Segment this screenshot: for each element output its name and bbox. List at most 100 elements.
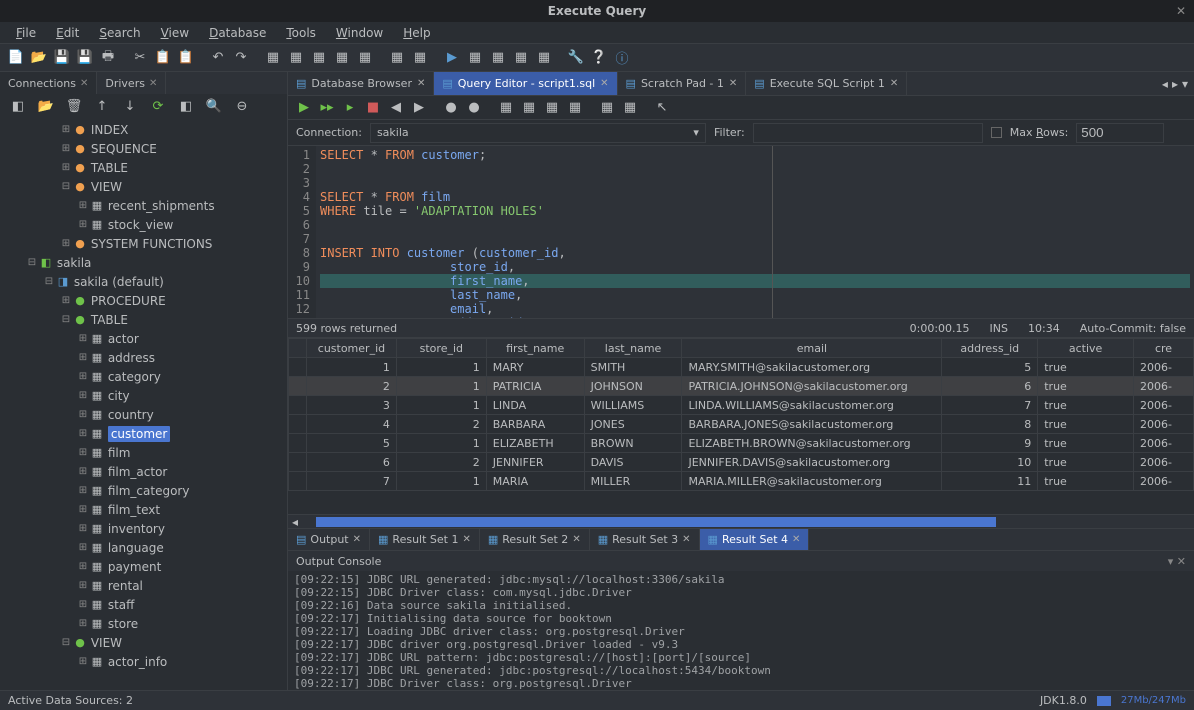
tree-node[interactable]: ⊞▦ inventory <box>0 519 287 538</box>
close-icon[interactable]: ✕ <box>417 78 425 89</box>
connection-select[interactable]: sakila ▾ <box>370 123 706 143</box>
down-icon[interactable]: ↓ <box>120 96 140 116</box>
prev-icon[interactable]: ◀ <box>386 98 406 118</box>
tree-node[interactable]: ⊞▦ actor <box>0 329 287 348</box>
result-tab[interactable]: ▦Result Set 3✕ <box>590 529 700 550</box>
toggle-icon[interactable]: ▦ <box>620 98 640 118</box>
console-output[interactable]: [09:22:15] JDBC URL generated: jdbc:mysq… <box>288 571 1194 690</box>
expand-icon[interactable]: ⊞ <box>76 561 90 572</box>
tree-node[interactable]: ⊞● PROCEDURE <box>0 291 287 310</box>
stop-icon[interactable]: ■ <box>363 98 383 118</box>
copy-icon[interactable]: 📋 <box>153 48 173 68</box>
tree-node[interactable]: ⊞● SYSTEM FUNCTIONS <box>0 234 287 253</box>
tree-node[interactable]: ⊞▦ staff <box>0 595 287 614</box>
result-tab[interactable]: ▦Result Set 1✕ <box>370 529 480 550</box>
maxrows-input[interactable] <box>1076 123 1164 143</box>
column-header[interactable]: customer_id <box>306 339 396 358</box>
expand-icon[interactable]: ⊞ <box>76 599 90 610</box>
shortcut-icon[interactable]: ▦ <box>542 98 562 118</box>
close-icon[interactable]: ✕ <box>149 78 157 89</box>
tree-node[interactable]: ⊞▦ film <box>0 443 287 462</box>
tree-node[interactable]: ⊞▦ language <box>0 538 287 557</box>
expand-icon[interactable]: ⊞ <box>76 200 90 211</box>
table-row[interactable]: 71MARIAMILLERMARIA.MILLER@sakilacustomer… <box>289 472 1194 491</box>
expand-icon[interactable]: ⊞ <box>76 371 90 382</box>
expand-icon[interactable]: ⊟ <box>59 637 73 648</box>
scratch-icon[interactable]: ▦ <box>355 48 375 68</box>
table-row[interactable]: 11MARYSMITHMARY.SMITH@sakilacustomer.org… <box>289 358 1194 377</box>
compare-icon[interactable]: ▦ <box>332 48 352 68</box>
expand-icon[interactable]: ⊞ <box>76 409 90 420</box>
editor-tab[interactable]: ▤Scratch Pad - 1✕ <box>618 72 747 95</box>
tree-node[interactable]: ⊞▦ film_category <box>0 481 287 500</box>
history-icon[interactable]: ▦ <box>496 98 516 118</box>
next-tab-icon[interactable]: ▸ <box>1172 77 1178 91</box>
run-block-icon[interactable]: ▸▸ <box>317 98 337 118</box>
editor-tab[interactable]: ▤Execute SQL Script 1✕ <box>746 72 907 95</box>
close-icon[interactable]: ✕ <box>729 78 737 89</box>
refresh-icon[interactable]: ⟳ <box>148 96 168 116</box>
import-icon[interactable]: ▦ <box>465 48 485 68</box>
saveas-icon[interactable]: 💾 <box>75 48 95 68</box>
expand-icon[interactable]: ⊞ <box>76 656 90 667</box>
expand-icon[interactable]: ⊞ <box>76 447 90 458</box>
run-sel-icon[interactable]: ▸ <box>340 98 360 118</box>
prev-tab-icon[interactable]: ◂ <box>1162 77 1168 91</box>
paste-icon[interactable]: 📋 <box>176 48 196 68</box>
column-header[interactable]: last_name <box>584 339 682 358</box>
expand-icon[interactable]: ⊞ <box>76 523 90 534</box>
tree-node[interactable]: ⊞▦ country <box>0 405 287 424</box>
script-icon[interactable]: ▦ <box>511 48 531 68</box>
expand-icon[interactable]: ⊞ <box>76 580 90 591</box>
result-tab[interactable]: ▤Output✕ <box>288 529 370 550</box>
expand-icon[interactable]: ⊞ <box>76 542 90 553</box>
disconnect-icon[interactable]: ▦ <box>534 48 554 68</box>
column-header[interactable]: first_name <box>486 339 584 358</box>
tree-node[interactable]: ⊞● TABLE <box>0 158 287 177</box>
tree-node[interactable]: ⊞▦ actor_info <box>0 652 287 671</box>
tree-node[interactable]: ⊞● SEQUENCE <box>0 139 287 158</box>
expand-icon[interactable]: ⊞ <box>59 124 73 135</box>
table-row[interactable]: 62JENNIFERDAVISJENNIFER.DAVIS@sakilacust… <box>289 453 1194 472</box>
close-icon[interactable]: ✕ <box>600 78 608 89</box>
tree-node[interactable]: ⊞▦ city <box>0 386 287 405</box>
tree-node[interactable]: ⊞▦ recent_shipments <box>0 196 287 215</box>
browser-icon[interactable]: ▦ <box>286 48 306 68</box>
connection-tree[interactable]: ⊞● INDEX⊞● SEQUENCE⊞● TABLE⊟● VIEW⊞▦ rec… <box>0 118 287 690</box>
expand-icon[interactable]: ⊞ <box>76 352 90 363</box>
menu-help[interactable]: Help <box>393 24 440 42</box>
redo-icon[interactable]: ↷ <box>231 48 251 68</box>
tree-node[interactable]: ⊞▦ rental <box>0 576 287 595</box>
prefs-icon[interactable]: 🔧 <box>566 48 586 68</box>
tree-node[interactable]: ⊟◨ sakila (default) <box>0 272 287 291</box>
run-icon[interactable]: ▶ <box>294 98 314 118</box>
expand-icon[interactable]: ⊞ <box>76 466 90 477</box>
close-icon[interactable]: ✕ <box>353 534 361 545</box>
editor-code[interactable]: SELECT * FROM customer; SELECT * FROM fi… <box>316 146 1194 318</box>
export-rs-icon[interactable]: ▦ <box>597 98 617 118</box>
cut-icon[interactable]: ✂ <box>130 48 150 68</box>
tree-node[interactable]: ⊟◧ sakila <box>0 253 287 272</box>
tree-node[interactable]: ⊟● VIEW <box>0 633 287 652</box>
tree-node[interactable]: ⊞▦ stock_view <box>0 215 287 234</box>
expand-icon[interactable]: ⊞ <box>76 504 90 515</box>
column-header[interactable]: store_id <box>396 339 486 358</box>
table-row[interactable]: 21PATRICIAJOHNSONPATRICIA.JOHNSON@sakila… <box>289 377 1194 396</box>
horizontal-scrollbar[interactable]: ◂ <box>288 514 1194 528</box>
close-icon[interactable]: ✕ <box>792 534 800 545</box>
new-icon[interactable]: 📄 <box>6 48 26 68</box>
expand-icon[interactable]: ⊞ <box>76 618 90 629</box>
filter-input[interactable] <box>753 123 983 143</box>
expand-icon[interactable]: ⊞ <box>76 333 90 344</box>
next-icon[interactable]: ▶ <box>409 98 429 118</box>
tree-node[interactable]: ⊟● TABLE <box>0 310 287 329</box>
erd-icon[interactable]: ▦ <box>309 48 329 68</box>
close-icon[interactable]: ✕ <box>682 534 690 545</box>
folder-icon[interactable]: 📂 <box>36 96 56 116</box>
bookmark-icon[interactable]: ▦ <box>519 98 539 118</box>
result-tab[interactable]: ▦Result Set 4✕ <box>700 529 810 550</box>
column-header[interactable]: email <box>682 339 942 358</box>
delete-icon[interactable]: 🗑 <box>64 96 84 116</box>
expand-icon[interactable]: ⊞ <box>76 219 90 230</box>
menu-file[interactable]: File <box>6 24 46 42</box>
